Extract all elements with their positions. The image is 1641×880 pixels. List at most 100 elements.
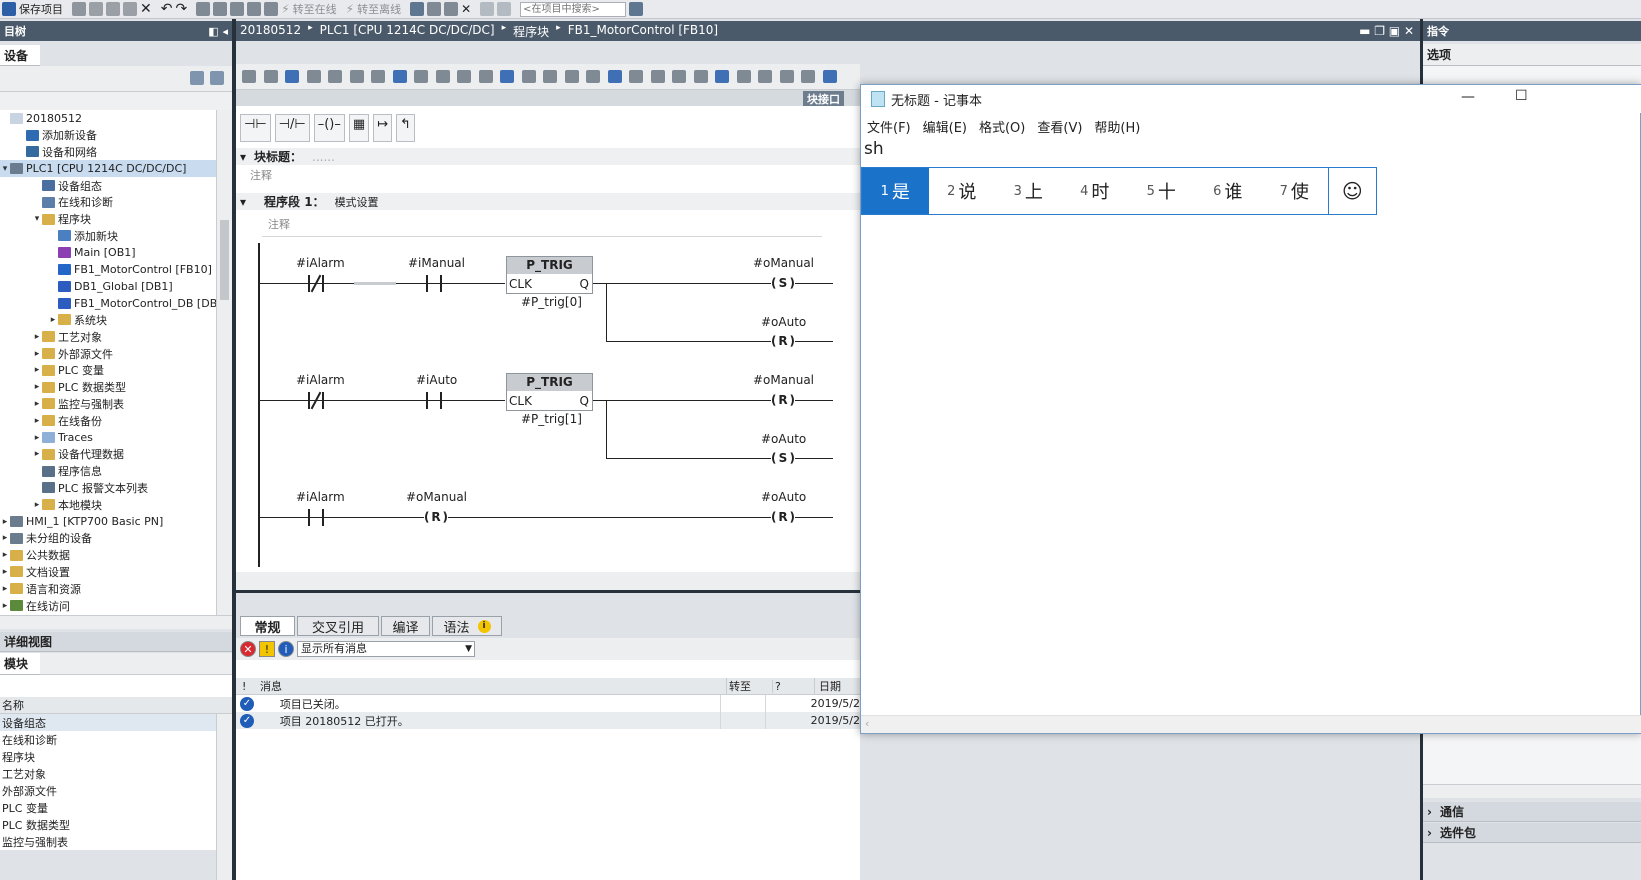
detail-row[interactable]: 工艺对象: [0, 765, 232, 782]
ime-candidate[interactable]: 2说: [929, 168, 996, 214]
notepad-titlebar[interactable]: 无标题 - 记事本 — ☐: [861, 85, 1641, 113]
ime-candidate[interactable]: 7使: [1261, 168, 1328, 214]
contact-imanual-label[interactable]: #iManual: [408, 256, 465, 270]
editor-tool-icon[interactable]: [543, 70, 557, 83]
message-row[interactable]: ✓ 项目已关闭。 2019/5/2: [236, 695, 860, 712]
tree-item[interactable]: 设备和网络: [0, 144, 232, 161]
collapsed-arrow-icon[interactable]: ▸: [0, 517, 10, 527]
split-horizontal-icon[interactable]: [480, 2, 495, 16]
right-hscrollbar[interactable]: [1423, 784, 1641, 798]
message-goto[interactable]: [719, 695, 765, 712]
coil-oauto-label-2[interactable]: #oAuto: [761, 432, 806, 446]
tree-item[interactable]: ▾ 程序块: [0, 211, 232, 228]
close-x-icon[interactable]: ✕: [461, 2, 471, 16]
warning-filter-icon[interactable]: !: [259, 641, 275, 657]
collapsed-arrow-icon[interactable]: ▸: [0, 567, 10, 577]
reset-coil-oauto-3[interactable]: (R): [771, 508, 795, 526]
editor-tool-icon[interactable]: [349, 70, 364, 83]
detail-row[interactable]: 外部源文件: [0, 782, 232, 799]
minimize-button[interactable]: —: [1461, 89, 1475, 105]
ptrig-instance-0[interactable]: #P_trig[0]: [521, 295, 582, 309]
col-goto[interactable]: 转至: [726, 678, 772, 694]
split-vertical-icon[interactable]: [497, 2, 512, 16]
editor-tool-icon[interactable]: [263, 70, 278, 83]
cut-icon[interactable]: [89, 2, 103, 16]
tree-item[interactable]: ▸ 在线备份: [0, 412, 232, 429]
overview-icon[interactable]: [190, 71, 204, 85]
collapsed-arrow-icon[interactable]: ▸: [0, 550, 10, 560]
col-date[interactable]: 日期: [814, 678, 860, 694]
ime-candidate[interactable]: 4时: [1062, 168, 1129, 214]
detail-row[interactable]: 监控与强制表: [0, 833, 232, 850]
detail-row[interactable]: 程序块: [0, 748, 232, 765]
nc-contact-ialarm-2[interactable]: [308, 391, 324, 410]
tree-item[interactable]: ▸ PLC 变量: [0, 362, 232, 379]
tree-item[interactable]: 添加新设备: [0, 127, 232, 144]
tree-scrollbar[interactable]: [216, 110, 232, 615]
col-message[interactable]: 消息: [260, 678, 726, 694]
collapsed-arrow-icon[interactable]: ▸: [32, 416, 42, 426]
info-filter-icon[interactable]: i: [278, 641, 294, 657]
tree-item[interactable]: FB1_MotorControl_DB [DB...: [0, 295, 232, 312]
tree-item[interactable]: ▾ PLC1 [CPU 1214C DC/DC/DC]: [0, 160, 232, 178]
ime-candidate[interactable]: 1是: [862, 168, 929, 214]
col-question[interactable]: ?: [772, 679, 814, 693]
block-interface-bar[interactable]: 块接口: [236, 90, 860, 107]
expanded-arrow-icon[interactable]: ▾: [0, 164, 10, 174]
editor-tool-icon[interactable]: [242, 70, 256, 83]
save-icon[interactable]: [2, 2, 16, 16]
collapsed-arrow-icon[interactable]: ▸: [32, 382, 42, 392]
scroll-left-icon[interactable]: ‹: [865, 717, 869, 730]
tree-item[interactable]: FB1_MotorControl [FB10]: [0, 261, 232, 278]
delete-icon[interactable]: ✕: [140, 1, 152, 17]
tree-item[interactable]: ▸ 工艺对象: [0, 328, 232, 345]
notepad-hscrollbar[interactable]: ‹: [861, 715, 1641, 733]
editor-tool-icon[interactable]: [435, 70, 450, 83]
tree-item[interactable]: Main [OB1]: [0, 244, 232, 261]
tree-item[interactable]: 20180512: [0, 110, 232, 127]
editor-tool-icon[interactable]: [650, 70, 665, 83]
reset-coil-omanual-3[interactable]: (R): [424, 508, 448, 526]
tree-item[interactable]: ▸ 外部源文件: [0, 345, 232, 362]
chevron-down-icon[interactable]: ▼: [465, 642, 472, 656]
notepad-menu-item[interactable]: 编辑(E): [923, 117, 967, 136]
start-icon[interactable]: [264, 2, 279, 16]
go-offline-button[interactable]: 转至离线: [357, 1, 401, 17]
editor-tool-icon[interactable]: [521, 70, 536, 83]
editor-tool-icon[interactable]: [693, 70, 708, 83]
save-project-button[interactable]: 保存项目: [19, 1, 63, 17]
detail-row[interactable]: 在线和诊断: [0, 731, 232, 748]
ime-candidate[interactable]: 6谁: [1195, 168, 1262, 214]
message-filter-select[interactable]: 显示所有消息 ▼: [297, 641, 475, 657]
editor-tool-icon[interactable]: [392, 70, 407, 83]
tree-options-icon[interactable]: [210, 71, 224, 85]
optional-packages-section[interactable]: › 选件包: [1423, 823, 1641, 843]
redo-icon[interactable]: ↷: [175, 1, 187, 17]
breadcrumb-item[interactable]: 程序块: [513, 23, 549, 40]
notepad-menu-item[interactable]: 文件(F): [867, 117, 911, 136]
editor-tool-icon[interactable]: [736, 70, 751, 83]
tree-item[interactable]: ▸ 语言和资源: [0, 580, 232, 597]
tree-scroll-thumb[interactable]: [220, 220, 229, 300]
notepad-menu-item[interactable]: 查看(V): [1037, 117, 1082, 136]
tree-item[interactable]: ▸ PLC 数据类型: [0, 379, 232, 396]
reset-coil-oauto[interactable]: (R): [771, 332, 795, 350]
message-goto[interactable]: [719, 712, 765, 729]
stop-icon[interactable]: [444, 2, 459, 16]
editor-tool-icon[interactable]: [414, 70, 428, 83]
project-search-input[interactable]: [520, 1, 627, 17]
collapsed-arrow-icon[interactable]: ▸: [32, 500, 42, 510]
collapsed-arrow-icon[interactable]: ▸: [32, 349, 42, 359]
tree-item[interactable]: PLC 报警文本列表: [0, 480, 232, 497]
ptrig-block-0[interactable]: P_TRIG CLK Q: [506, 256, 593, 294]
breadcrumb-item[interactable]: PLC1 [CPU 1214C DC/DC/DC]: [320, 23, 495, 40]
copy-icon[interactable]: [106, 2, 120, 16]
collapse-panel-icon[interactable]: ◧ ◂: [208, 25, 228, 38]
tree-item[interactable]: ▸ 系统块: [0, 312, 232, 329]
detail-row[interactable]: PLC 数据类型: [0, 816, 232, 833]
inspector-tab[interactable]: 语法 i: [432, 616, 502, 636]
collapsed-arrow-icon[interactable]: ▸: [32, 332, 42, 342]
editor-tool-icon[interactable]: [822, 70, 837, 83]
editor-tool-icon[interactable]: [371, 70, 385, 83]
detail-row[interactable]: 设备组态: [0, 714, 232, 731]
